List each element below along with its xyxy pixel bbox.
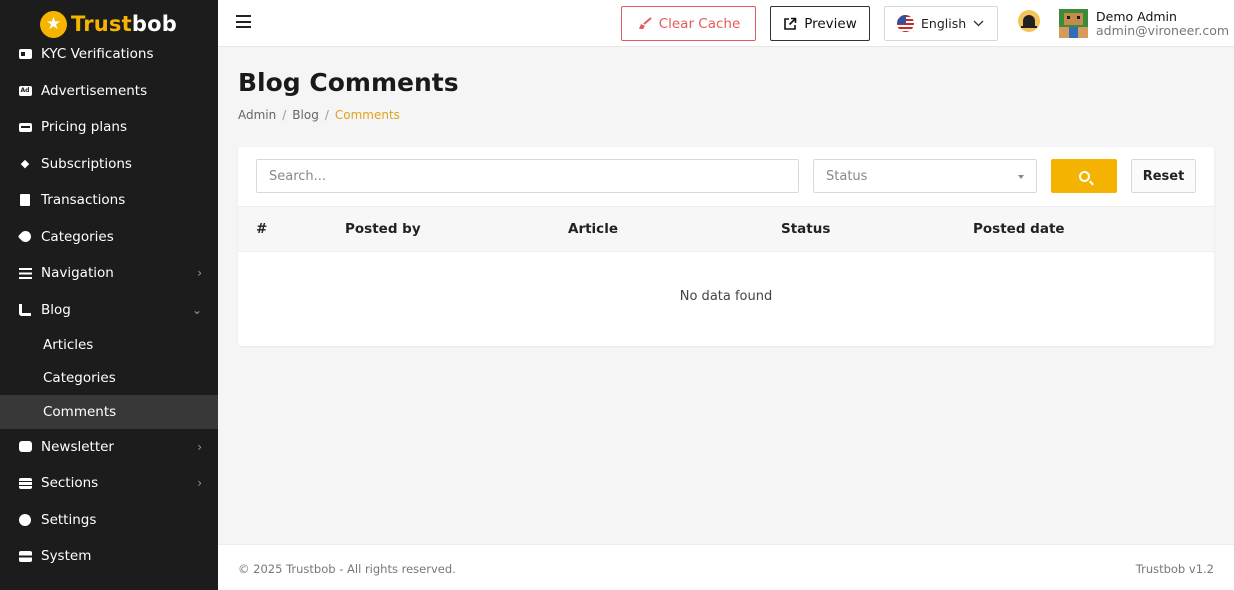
column-header-posted-by[interactable]: Posted by <box>345 221 421 237</box>
empty-state: No data found <box>679 289 773 304</box>
brand-name: Trustbob <box>71 12 177 36</box>
sidebar: ★ Trustbob KYC Verifications Ad Advertis… <box>0 0 218 590</box>
chevron-right-icon: › <box>197 439 202 454</box>
caret-down-icon <box>1018 175 1024 179</box>
sidebar-item-label: KYC Verifications <box>41 46 154 63</box>
sidebar-item-label: Settings <box>41 511 97 528</box>
sidebar-item-label: Subscriptions <box>41 155 132 172</box>
status-select[interactable]: Status <box>813 159 1037 193</box>
gem-icon: ◆ <box>20 157 30 171</box>
sidebar-item-kyc-verifications[interactable]: KYC Verifications <box>0 36 218 73</box>
menu-toggle-icon[interactable] <box>236 15 251 29</box>
sidebar-item-system[interactable]: System <box>0 538 218 575</box>
sidebar-item-label: System <box>41 548 92 565</box>
sidebar-item-blog[interactable]: Blog ⌄ <box>0 292 218 329</box>
sidebar-item-label: Categories <box>41 228 114 245</box>
broom-icon <box>638 17 652 29</box>
sidebar-item-advertisements[interactable]: Ad Advertisements <box>0 73 218 110</box>
sidebar-subitem-categories[interactable]: Categories <box>0 362 218 396</box>
user-email: admin@vironeer.com <box>1096 22 1230 38</box>
comments-card: Status Reset # Posted by Article Status … <box>238 147 1214 346</box>
sidebar-subitem-comments[interactable]: Comments <box>0 395 218 429</box>
avatar[interactable] <box>1059 9 1088 38</box>
sidebar-item-label: Newsletter <box>41 438 114 455</box>
language-select[interactable]: English <box>884 6 998 41</box>
sidebar-item-label: Advertisements <box>41 82 148 99</box>
sidebar-item-settings[interactable]: Settings <box>0 502 218 539</box>
chevron-right-icon: › <box>197 476 202 491</box>
us-flag-icon <box>897 15 914 32</box>
sidebar-item-subscriptions[interactable]: ◆ Subscriptions <box>0 146 218 183</box>
sidebar-item-newsletter[interactable]: Newsletter › <box>0 429 218 466</box>
sidebar-item-label: Blog <box>41 301 71 318</box>
sidebar-item-label: Sections <box>41 475 99 492</box>
breadcrumb-separator: / <box>324 108 329 122</box>
top-header: Clear Cache Preview English Demo Admin a… <box>218 0 1234 47</box>
sidebar-item-categories[interactable]: Categories <box>0 219 218 256</box>
reset-button[interactable]: Reset <box>1131 159 1196 193</box>
breadcrumb-admin[interactable]: Admin <box>238 108 276 122</box>
star-icon: ★ <box>40 10 67 38</box>
gear-icon <box>18 513 32 527</box>
preview-button[interactable]: Preview <box>770 6 870 41</box>
clear-cache-button[interactable]: Clear Cache <box>621 6 756 41</box>
footer-copyright: © 2025 Trustbob - All rights reserved. <box>238 562 456 576</box>
search-icon <box>1078 170 1090 182</box>
brand-logo[interactable]: ★ Trustbob <box>40 10 177 38</box>
receipt-icon <box>18 193 32 207</box>
ad-icon: Ad <box>18 84 32 98</box>
chevron-right-icon: › <box>197 266 202 281</box>
table-header: # Posted by Article Status Posted date <box>238 206 1214 252</box>
sidebar-item-label: Navigation <box>41 265 114 282</box>
search-input[interactable] <box>256 159 799 193</box>
external-link-icon <box>784 17 797 30</box>
breadcrumb-blog[interactable]: Blog <box>292 108 319 122</box>
chevron-down-icon <box>973 20 984 27</box>
search-button[interactable] <box>1051 159 1117 193</box>
sidebar-item-transactions[interactable]: Transactions <box>0 182 218 219</box>
footer-version: Trustbob v1.2 <box>1135 562 1214 576</box>
server-icon <box>18 549 32 563</box>
rss-icon <box>18 303 32 317</box>
footer: © 2025 Trustbob - All rights reserved. T… <box>218 544 1234 590</box>
sidebar-item-label: Pricing plans <box>41 119 127 136</box>
layers-icon <box>18 476 32 490</box>
sidebar-item-pricing-plans[interactable]: Pricing plans <box>0 109 218 146</box>
newsletter-icon <box>18 440 32 454</box>
column-header-article[interactable]: Article <box>568 221 618 237</box>
column-header-posted-date[interactable]: Posted date <box>973 221 1065 237</box>
page-title: Blog Comments <box>238 68 459 97</box>
sidebar-item-sections[interactable]: Sections › <box>0 465 218 502</box>
sidebar-nav: KYC Verifications Ad Advertisements Pric… <box>0 36 218 575</box>
list-icon <box>18 266 32 280</box>
sidebar-subitem-articles[interactable]: Articles <box>0 328 218 362</box>
column-header-status[interactable]: Status <box>781 221 830 237</box>
user-name: Demo Admin <box>1096 9 1177 24</box>
column-header-number: # <box>256 221 268 237</box>
tag-icon <box>17 228 33 245</box>
money-bill-icon <box>18 120 32 134</box>
chevron-down-icon: ⌄ <box>191 302 202 317</box>
status-placeholder: Status <box>826 168 868 184</box>
sidebar-item-navigation[interactable]: Navigation › <box>0 255 218 292</box>
breadcrumb-separator: / <box>282 108 287 122</box>
bell-icon[interactable] <box>1018 10 1040 34</box>
breadcrumb: Admin / Blog / Comments <box>238 108 400 122</box>
sidebar-item-label: Transactions <box>41 192 126 209</box>
breadcrumb-comments: Comments <box>334 108 400 122</box>
clear-cache-label: Clear Cache <box>658 15 741 32</box>
language-label: English <box>921 16 967 31</box>
id-card-icon <box>18 47 32 61</box>
preview-label: Preview <box>804 15 857 32</box>
user-menu[interactable]: Demo Admin admin@vironeer.com <box>1096 10 1229 38</box>
